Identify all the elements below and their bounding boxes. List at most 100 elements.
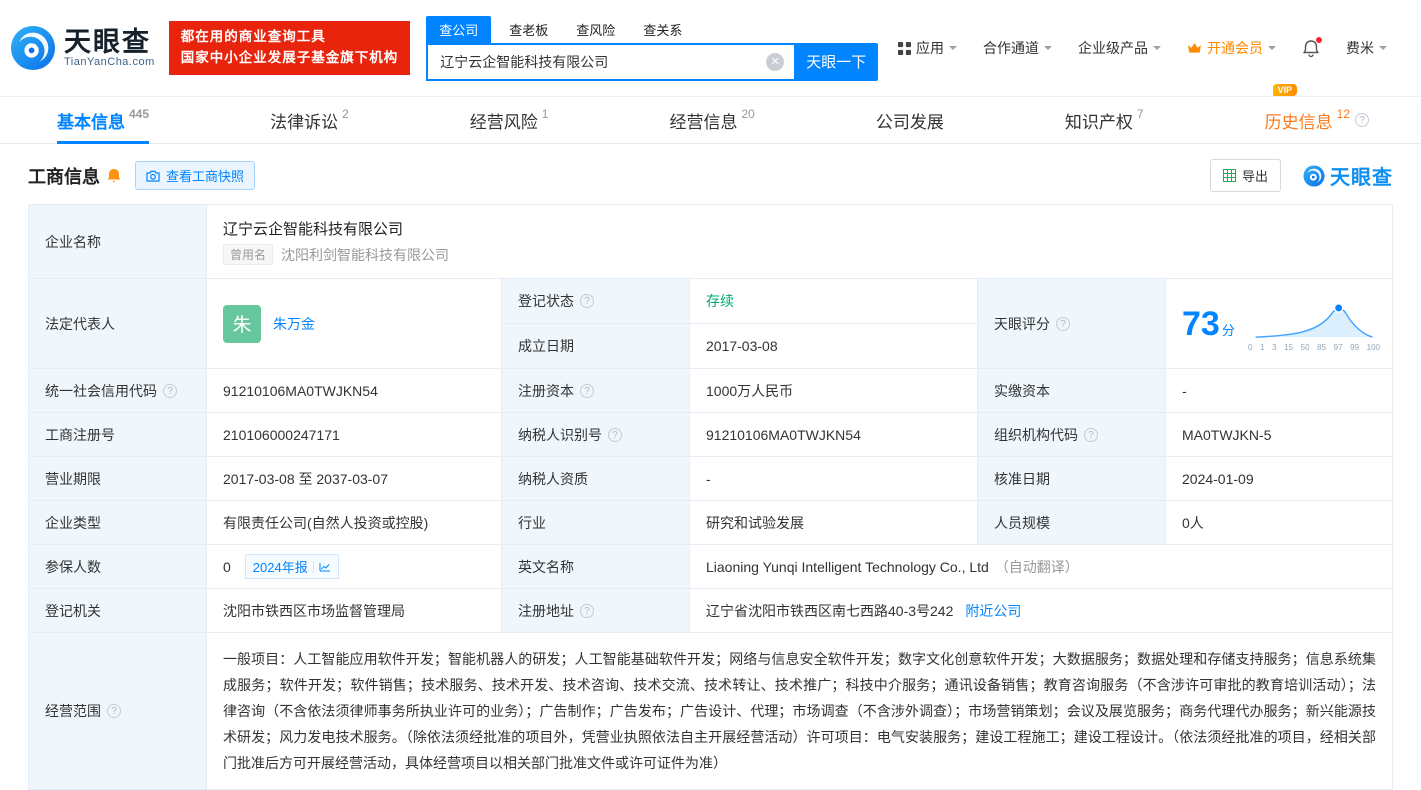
apps-grid-icon [898, 41, 911, 55]
logo-text: 天眼查 TianYanCha.com [64, 26, 155, 69]
brand-name: 天眼查 [64, 26, 151, 57]
brand-domain: TianYanCha.com [64, 56, 155, 69]
tianyancha-watermark: 天眼查 [1303, 161, 1393, 190]
search-input[interactable] [426, 42, 795, 81]
field-label-registered-capital: 注册资本? [502, 369, 690, 413]
former-name: 沈阳利剑智能科技有限公司 [281, 246, 450, 263]
tab-basic-info[interactable]: 基本信息 445 [57, 97, 150, 144]
label-text: 注册地址 [518, 602, 574, 619]
field-value-taxpayer-id: 91210106MA0TWJKN54 [690, 413, 978, 457]
slogan-line1: 都在用的商业查询工具 [180, 29, 326, 45]
field-value-established-date: 2017-03-08 [690, 324, 978, 369]
label-text: 注册资本 [518, 382, 574, 399]
trend-chart-icon [319, 562, 330, 571]
chevron-down-icon [1153, 46, 1161, 54]
help-icon[interactable]: ? [107, 704, 121, 718]
field-value-approval-date: 2024-01-09 [1166, 457, 1393, 501]
field-label-company-name: 企业名称 [29, 205, 207, 279]
tab-legal-proceedings[interactable]: 法律诉讼 2 [270, 97, 349, 143]
divider [312, 560, 314, 573]
legal-rep-avatar[interactable]: 朱 [223, 304, 261, 343]
insured-count: 0 [223, 558, 231, 575]
business-registration-table: 企业名称 辽宁云企智能科技有限公司 曾用名 沈阳利剑智能科技有限公司 法定代表人… [28, 204, 1393, 790]
field-value-business-scope: 一般项目：人工智能应用软件开发；智能机器人的研发；人工智能基础软件开发；网络与信… [207, 633, 1393, 790]
field-value-tianyan-score: 73 分 0 1 3 15 50 85 97 99 100 [1166, 279, 1393, 369]
export-button[interactable]: 导出 [1209, 159, 1281, 192]
auto-translate-note: （自动翻译） [994, 558, 1079, 575]
tianyancha-logo[interactable]: 天眼查 TianYanCha.com [10, 25, 155, 71]
clear-search-icon[interactable]: ✕ [766, 52, 785, 71]
nav-enterprise-products[interactable]: 企业级产品 [1078, 38, 1161, 58]
score-axis-ticks: 0 1 3 15 50 85 97 99 100 [1248, 343, 1380, 352]
nearby-companies-link[interactable]: 附近公司 [965, 601, 1021, 621]
annual-report-link[interactable]: 2024年报 [244, 554, 339, 579]
tab-operating-risk[interactable]: 经营风险 1 [470, 97, 549, 143]
field-value-registered-capital: 1000万人民币 [690, 369, 978, 413]
field-label-company-type: 企业类型 [29, 501, 207, 545]
tab-count: 445 [129, 107, 150, 121]
top-nav: 应用 合作通道 企业级产品 开通会员 费米 [898, 36, 1387, 58]
field-value-company-type: 有限责任公司(自然人投资或控股) [207, 501, 502, 545]
help-icon[interactable]: ? [1084, 427, 1098, 442]
field-label-paid-capital: 实缴资本 [978, 369, 1166, 413]
registered-address: 辽宁省沈阳市铁西区南七西路40-3号242 [706, 602, 954, 619]
label-text: 登记状态 [518, 293, 574, 309]
score-distribution-chart: 0 1 3 15 50 85 97 99 100 [1248, 297, 1380, 352]
help-icon[interactable]: ? [1056, 316, 1070, 331]
nav-cooperation[interactable]: 合作通道 [983, 38, 1052, 58]
vip-badge: VIP [1272, 84, 1298, 96]
tab-count: 2 [342, 107, 349, 121]
tab-label: 公司发展 [875, 112, 944, 132]
view-snapshot-button[interactable]: 查看工商快照 [135, 161, 256, 190]
nav-apps[interactable]: 应用 [898, 38, 957, 58]
search-tab-company[interactable]: 查公司 [426, 15, 492, 43]
search-tab-boss[interactable]: 查老板 [499, 16, 558, 43]
tab-label: 经营信息 [669, 112, 738, 132]
nav-user-menu[interactable]: 费米 [1346, 38, 1387, 58]
tab-intellectual-property[interactable]: 知识产权 7 [1065, 97, 1144, 143]
annual-report-label: 2024年报 [252, 560, 308, 575]
tab-history-info[interactable]: 历史信息 12 VIP ? [1265, 84, 1369, 143]
subscribe-bell-icon[interactable] [107, 168, 121, 183]
score-number: 73 分 [1182, 305, 1235, 344]
help-icon[interactable]: ? [163, 383, 177, 398]
field-label-legal-representative: 法定代表人 [29, 279, 207, 369]
field-value-registration-status: 存续 [690, 279, 978, 324]
tab-label: 基本信息 [57, 112, 125, 132]
help-icon[interactable]: ? [580, 294, 594, 308]
field-value-registered-address: 辽宁省沈阳市铁西区南七西路40-3号242 附近公司 [690, 589, 1393, 633]
table-row: 统一社会信用代码? 91210106MA0TWJKN54 注册资本? 1000万… [29, 369, 1393, 413]
label-text: 统一社会信用代码 [45, 382, 157, 399]
search-button[interactable]: 天眼一下 [794, 42, 879, 81]
field-label-staff-size: 人员规模 [978, 501, 1166, 545]
search-tab-risk[interactable]: 查风险 [566, 16, 625, 43]
tab-count: 7 [1136, 107, 1144, 121]
nav-vip-upgrade[interactable]: 开通会员 [1187, 38, 1276, 58]
field-label-registration-authority: 登记机关 [29, 589, 207, 633]
help-icon[interactable]: ? [580, 383, 594, 398]
english-name: Liaoning Yunqi Intelligent Technology Co… [706, 558, 989, 575]
legal-rep-link[interactable]: 朱万金 [273, 314, 315, 334]
field-label-approval-date: 核准日期 [978, 457, 1166, 501]
help-icon[interactable]: ? [1355, 113, 1369, 127]
camera-icon [146, 170, 160, 182]
field-label-tianyan-score: 天眼评分? [978, 279, 1166, 369]
tab-company-development[interactable]: 公司发展 [876, 97, 944, 143]
nav-notifications[interactable] [1302, 36, 1322, 58]
slogan-line2: 国家中小企业发展子基金旗下机构 [180, 50, 399, 65]
field-label-registration-number: 工商注册号 [29, 413, 207, 457]
table-row: 法定代表人 朱 朱万金 登记状态? 存续 成立日期 2017-03-08 天眼评… [29, 279, 1393, 369]
chevron-down-icon [1379, 46, 1387, 54]
tab-label: 法律诉讼 [270, 112, 339, 132]
notification-dot [1316, 36, 1322, 43]
help-icon[interactable]: ? [580, 603, 594, 618]
table-row: 营业期限 2017-03-08 至 2037-03-07 纳税人资质 - 核准日… [29, 457, 1393, 501]
field-value-taxpayer-qualification: - [690, 457, 978, 501]
field-value-insured-count: 0 2024年报 [207, 545, 502, 589]
search-tab-relation[interactable]: 查关系 [633, 16, 692, 43]
help-icon[interactable]: ? [608, 427, 622, 442]
section-tools: 导出 天眼查 [1209, 159, 1393, 192]
tab-business-info[interactable]: 经营信息 20 [670, 97, 755, 143]
field-label-industry: 行业 [502, 501, 690, 545]
field-value-english-name: Liaoning Yunqi Intelligent Technology Co… [690, 545, 1393, 589]
